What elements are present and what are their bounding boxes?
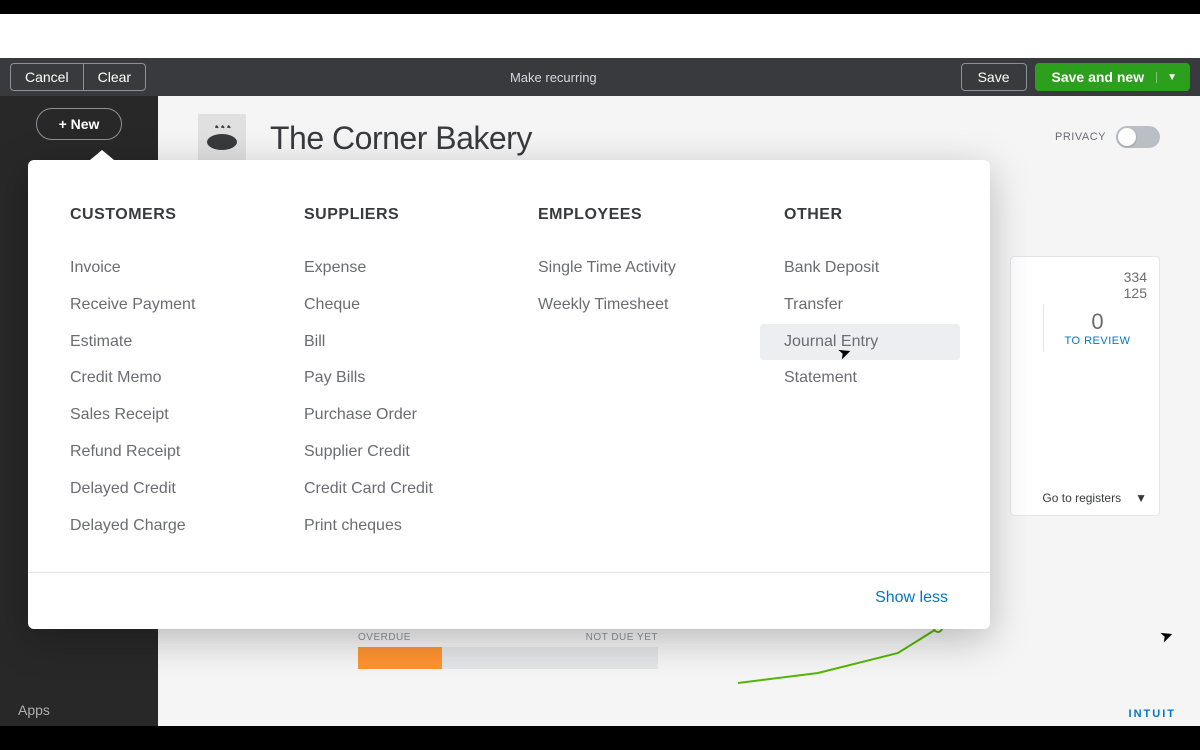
privacy-label: PRIVACY xyxy=(1055,131,1106,143)
not-due-label: NOT DUE YET xyxy=(586,632,658,643)
mega-column-header: EMPLOYEES xyxy=(538,206,784,224)
save-button[interactable]: Save xyxy=(961,63,1027,91)
bread-icon xyxy=(205,124,239,152)
mega-item-journal-entry[interactable]: Journal Entry xyxy=(760,324,960,361)
save-and-new-label: Save and new xyxy=(1052,69,1145,85)
mega-item-supplier-credit[interactable]: Supplier Credit xyxy=(304,434,538,471)
mega-item-credit-memo[interactable]: Credit Memo xyxy=(70,360,304,397)
mega-item-credit-card-credit[interactable]: Credit Card Credit xyxy=(304,471,538,508)
to-review-label[interactable]: TO REVIEW xyxy=(1048,335,1147,347)
mega-item-pay-bills[interactable]: Pay Bills xyxy=(304,360,538,397)
mega-item-purchase-order[interactable]: Purchase Order xyxy=(304,397,538,434)
mega-item-bill[interactable]: Bill xyxy=(304,324,538,361)
sidebar-item-apps[interactable]: Apps xyxy=(18,702,50,718)
card-val-1: 334 xyxy=(1023,269,1147,285)
mega-item-transfer[interactable]: Transfer xyxy=(784,287,994,324)
overdue-label: OVERDUE xyxy=(358,632,411,643)
company-logo xyxy=(198,114,246,162)
mega-item-cheque[interactable]: Cheque xyxy=(304,287,538,324)
browser-chrome xyxy=(0,14,1200,58)
intuit-brand: INTUIT xyxy=(1129,708,1176,720)
mega-column-header: OTHER xyxy=(784,206,994,224)
clear-button[interactable]: Clear xyxy=(83,63,146,91)
company-name: The Corner Bakery xyxy=(270,120,532,157)
mega-item-delayed-credit[interactable]: Delayed Credit xyxy=(70,471,304,508)
go-to-registers-link[interactable]: Go to registers ▼ xyxy=(1042,491,1147,505)
mega-item-print-cheques[interactable]: Print cheques xyxy=(304,508,538,545)
mega-column-header: CUSTOMERS xyxy=(70,206,304,224)
show-less-link[interactable]: Show less xyxy=(875,589,948,606)
mega-item-single-time-activity[interactable]: Single Time Activity xyxy=(538,250,784,287)
bank-summary-card: 334 125 0 TO REVIEW Go to registers ▼ xyxy=(1010,256,1160,516)
mega-item-bank-deposit[interactable]: Bank Deposit xyxy=(784,250,994,287)
cancel-button[interactable]: Cancel xyxy=(10,63,83,91)
mega-item-refund-receipt[interactable]: Refund Receipt xyxy=(70,434,304,471)
mega-column-header: SUPPLIERS xyxy=(304,206,538,224)
go-to-registers-label: Go to registers xyxy=(1042,491,1121,505)
mega-item-invoice[interactable]: Invoice xyxy=(70,250,304,287)
chevron-down-icon: ▼ xyxy=(1135,491,1147,505)
new-button[interactable]: + New xyxy=(36,108,123,140)
create-menu-panel: CUSTOMERSInvoiceReceive PaymentEstimateC… xyxy=(28,160,990,629)
mega-item-statement[interactable]: Statement xyxy=(784,360,994,397)
mega-item-estimate[interactable]: Estimate xyxy=(70,324,304,361)
mega-item-sales-receipt[interactable]: Sales Receipt xyxy=(70,397,304,434)
mega-item-receive-payment[interactable]: Receive Payment xyxy=(70,287,304,324)
action-bar: Cancel Clear Make recurring Save Save an… xyxy=(0,58,1200,96)
privacy-toggle[interactable] xyxy=(1116,126,1160,148)
save-dropdown-caret-icon[interactable]: ▼ xyxy=(1156,72,1177,83)
invoice-bar-chart xyxy=(358,647,658,669)
mega-item-weekly-timesheet[interactable]: Weekly Timesheet xyxy=(538,287,784,324)
mega-item-expense[interactable]: Expense xyxy=(304,250,538,287)
to-review-count: 0 xyxy=(1048,309,1147,335)
mega-item-delayed-charge[interactable]: Delayed Charge xyxy=(70,508,304,545)
make-recurring-link[interactable]: Make recurring xyxy=(510,70,597,85)
card-val-2: 125 xyxy=(1023,285,1147,301)
save-and-new-button[interactable]: Save and new ▼ xyxy=(1035,63,1191,91)
